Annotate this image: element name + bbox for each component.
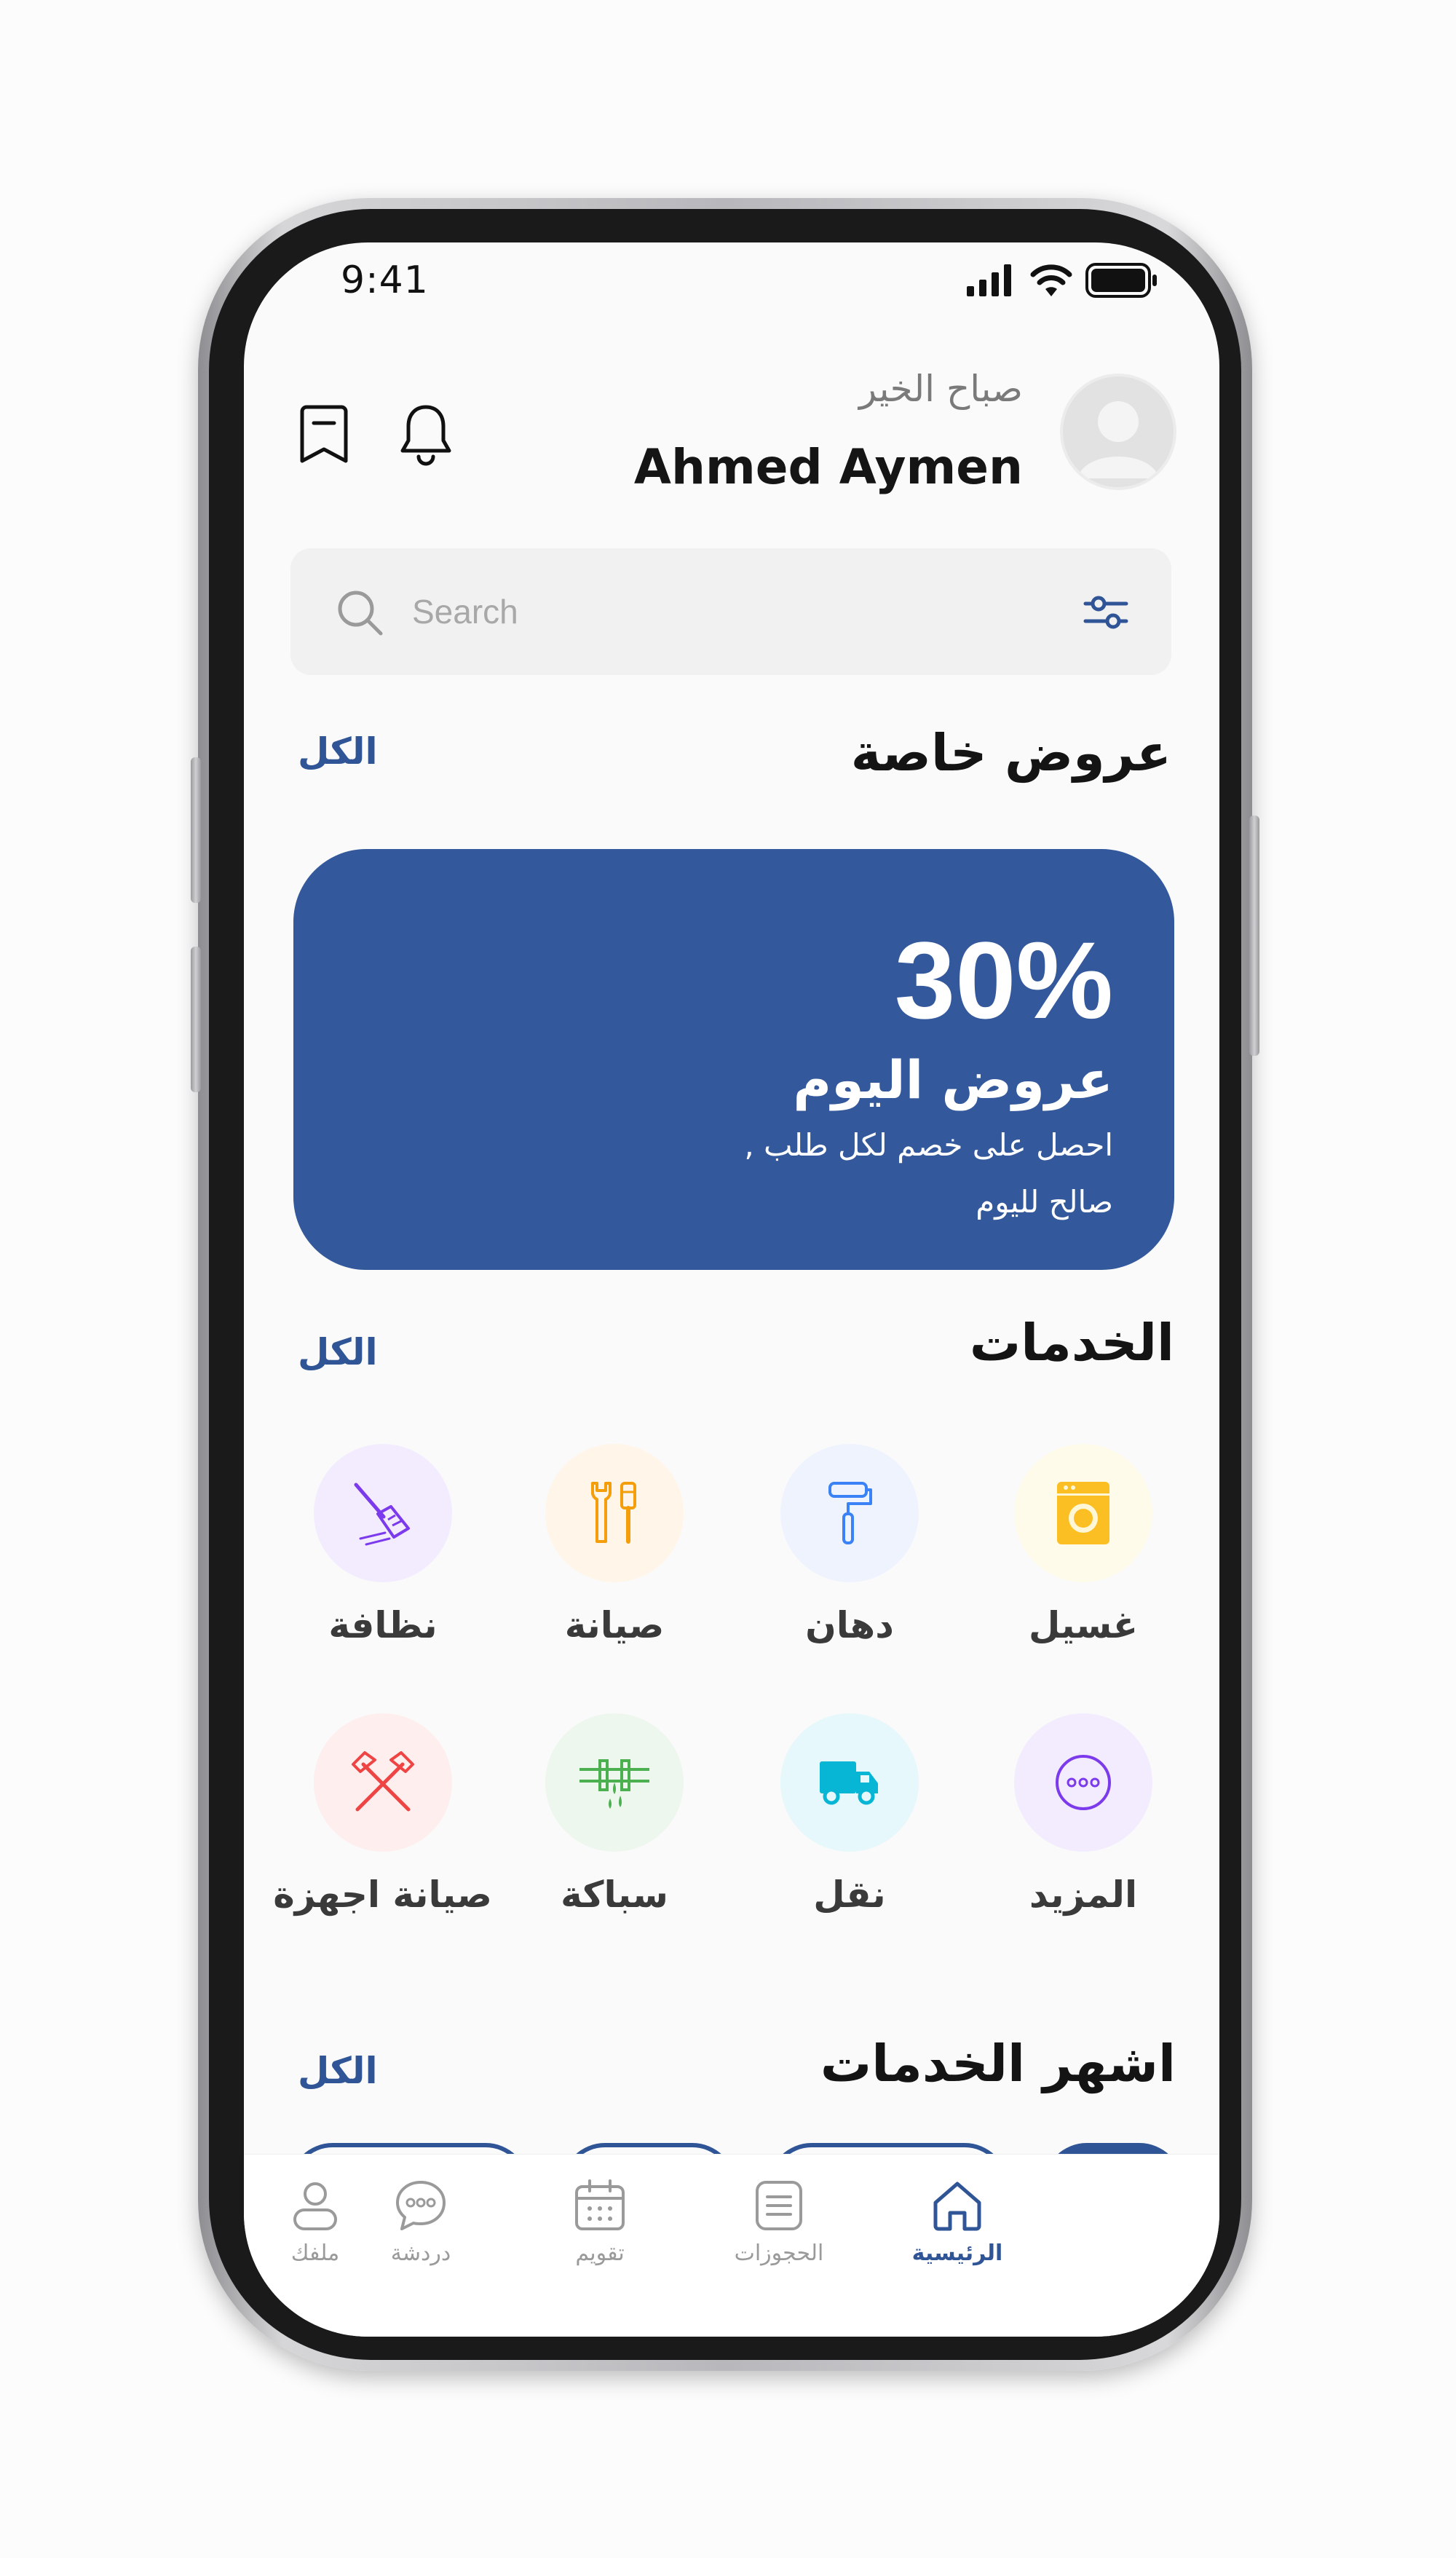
special-offers-see-all-link[interactable]: الكل <box>298 730 378 773</box>
service-label: سباكة <box>561 1874 668 1916</box>
offer-description-line2: صالح لليوم <box>976 1184 1113 1220</box>
filter-icon[interactable] <box>1083 591 1129 634</box>
service-plumbing[interactable] <box>545 1713 684 1852</box>
service-label: صيانة اجهزة <box>273 1874 492 1916</box>
pipe-icon <box>579 1759 649 1809</box>
offer-discount: 30% <box>894 919 1113 1041</box>
service-painting-circle <box>780 1444 919 1582</box>
search-bar <box>290 548 1171 675</box>
chat-icon <box>396 2181 446 2230</box>
washing-machine-icon <box>1057 1482 1109 1544</box>
service-painting[interactable] <box>780 1444 919 1582</box>
special-offers-title: عروض خاصة <box>850 723 1171 783</box>
user-name: Ahmed Aymen <box>633 439 1023 495</box>
service-label: نقل <box>813 1874 886 1916</box>
user-avatar-icon <box>1077 401 1159 478</box>
popular-services-see-all-link[interactable]: الكل <box>298 2050 378 2092</box>
service-more[interactable] <box>1014 1713 1152 1852</box>
service-label: المزيد <box>1029 1874 1138 1916</box>
nav-label: الحجوزات <box>734 2241 824 2266</box>
services-see-all-link[interactable]: الكل <box>298 1331 378 1373</box>
bottom-nav: الرئيسية الحجوزات تقويم دردشة ملفك <box>244 2154 1219 2337</box>
wrench-screwdriver-icon <box>591 1482 636 1544</box>
signal-icon <box>967 264 1011 296</box>
nav-item-profile[interactable]: ملفك <box>244 2178 388 2266</box>
volume-up-button <box>191 757 201 903</box>
wifi-icon <box>1030 264 1072 296</box>
service-cleaning-circle <box>314 1444 452 1582</box>
search-input[interactable] <box>412 548 994 675</box>
service-more-circle <box>1014 1713 1152 1852</box>
profile-icon <box>293 2182 337 2230</box>
service-label: دهان <box>805 1604 894 1646</box>
service-plumbing-circle <box>545 1713 684 1852</box>
popular-services-title: اشهر الخدمات <box>820 2034 1176 2093</box>
offer-card[interactable]: 30% عروض اليوم احصل على خصم لكل طلب , صا… <box>293 849 1174 1270</box>
search-icon <box>338 591 383 636</box>
service-moving-circle <box>780 1713 919 1852</box>
hammers-icon <box>352 1751 414 1812</box>
broom-icon <box>354 1483 410 1546</box>
nav-label: ملفك <box>290 2241 340 2266</box>
battery-icon <box>1085 263 1157 298</box>
offer-title: عروض اليوم <box>793 1049 1113 1110</box>
service-label: صيانة <box>564 1604 665 1646</box>
services-title: الخدمات <box>969 1313 1174 1373</box>
nav-item-calendar[interactable]: تقويم <box>527 2178 673 2266</box>
service-cleaning[interactable] <box>314 1444 452 1582</box>
volume-down-button <box>191 947 201 1092</box>
bookmark-icon[interactable] <box>298 403 350 465</box>
more-icon <box>1056 1755 1111 1810</box>
nav-item-bookings[interactable]: الحجوزات <box>706 2178 852 2266</box>
nav-item-home[interactable]: الرئيسية <box>885 2178 1030 2266</box>
service-appliance-repair-circle <box>314 1713 452 1852</box>
paint-roller-icon <box>828 1482 872 1544</box>
offer-description-line1: احصل على خصم لكل طلب , <box>744 1127 1113 1163</box>
service-appliance-repair[interactable] <box>314 1713 452 1852</box>
home-icon <box>933 2182 981 2231</box>
screen: 9:41 صباح الخير Ahmed Aymen Search عروض … <box>244 242 1219 2337</box>
power-button <box>1249 816 1259 1056</box>
service-label: غسيل <box>1028 1604 1139 1646</box>
bookings-icon <box>756 2181 802 2230</box>
service-laundry-circle <box>1014 1444 1152 1582</box>
service-laundry[interactable] <box>1014 1444 1152 1582</box>
calendar-icon <box>575 2179 625 2230</box>
service-label: نظافة <box>328 1604 438 1646</box>
service-moving[interactable] <box>780 1713 919 1852</box>
truck-icon <box>820 1761 878 1805</box>
status-time: 9:41 <box>341 258 429 302</box>
nav-label: الرئيسية <box>911 2241 1003 2266</box>
bell-icon[interactable] <box>398 401 454 467</box>
greeting-text: صباح الخير <box>858 368 1023 410</box>
avatar[interactable] <box>1060 374 1176 490</box>
service-maintenance-circle <box>545 1444 684 1582</box>
service-maintenance[interactable] <box>545 1444 684 1582</box>
nav-label: تقويم <box>575 2241 625 2266</box>
